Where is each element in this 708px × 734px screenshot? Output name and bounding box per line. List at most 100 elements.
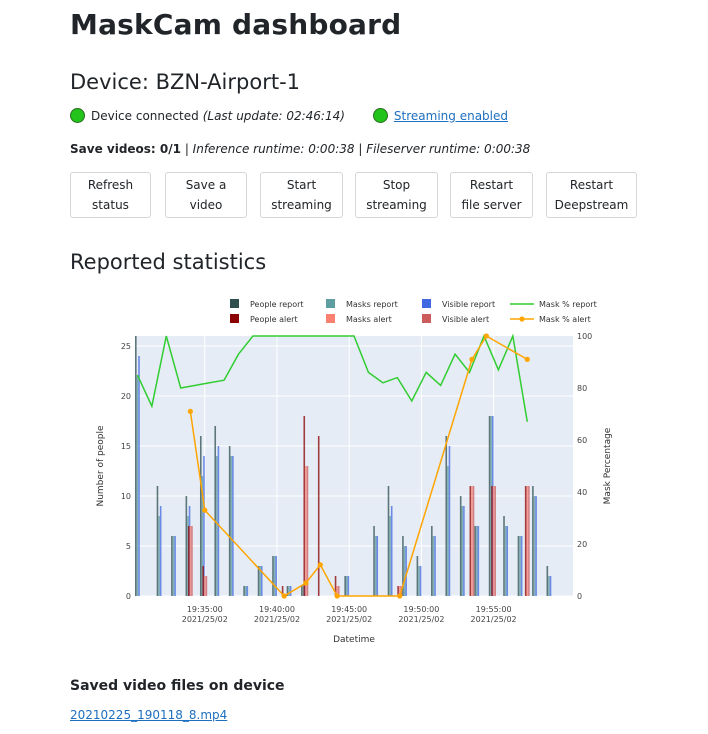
legend-label: Masks report bbox=[346, 300, 398, 309]
mask-alert-point bbox=[334, 593, 340, 599]
alert-visible-bar bbox=[306, 466, 309, 596]
y-tick-label: 25 bbox=[121, 342, 131, 351]
mask-alert-point bbox=[469, 356, 475, 362]
report-visible-bar bbox=[232, 456, 234, 596]
x-tick-date-label: 2021/25/02 bbox=[471, 615, 517, 624]
report-masks-bar bbox=[230, 456, 233, 596]
video-file-link[interactable]: 20210225_190118_8.mp4 bbox=[70, 708, 227, 722]
save-video-button[interactable]: Save a video bbox=[165, 172, 247, 218]
alert-masks-bar bbox=[471, 486, 473, 596]
alert-people-bar bbox=[187, 526, 190, 596]
x-tick-label: 19:40:00 bbox=[259, 605, 295, 614]
refresh-status-button[interactable]: Refresh status bbox=[70, 172, 151, 218]
legend-swatch bbox=[422, 299, 431, 308]
report-people-bar bbox=[171, 536, 173, 596]
last-update-text: (Last update: 02:46:14) bbox=[202, 108, 345, 123]
x-tick-date-label: 2021/25/02 bbox=[398, 615, 444, 624]
mask-alert-point bbox=[524, 356, 530, 362]
report-masks-bar bbox=[273, 556, 276, 596]
stop-streaming-button[interactable]: Stop streaming bbox=[355, 172, 438, 218]
y2-tick-label: 80 bbox=[577, 384, 587, 393]
y-axis-title: Number of people bbox=[96, 425, 106, 507]
mask-alert-point bbox=[281, 593, 287, 599]
mask-alert-point bbox=[187, 408, 193, 414]
y2-tick-label: 0 bbox=[577, 592, 582, 601]
alert-masks-bar bbox=[189, 526, 192, 596]
report-people-bar bbox=[257, 566, 260, 596]
x-tick-label: 19:50:00 bbox=[403, 605, 439, 614]
report-people-bar bbox=[344, 576, 346, 596]
mask-alert-point bbox=[202, 507, 208, 513]
device-heading: Device: BZN-Airport-1 bbox=[70, 70, 301, 94]
report-visible-bar bbox=[477, 526, 480, 596]
report-people-bar bbox=[546, 566, 549, 596]
report-visible-bar bbox=[376, 536, 379, 596]
alert-visible-bar bbox=[205, 576, 208, 596]
restart-file-server-button[interactable]: Restart file server bbox=[450, 172, 533, 218]
report-visible-bar bbox=[275, 556, 277, 596]
alert-people-bar bbox=[303, 416, 306, 596]
x-tick-date-label: 2021/25/02 bbox=[326, 615, 372, 624]
y-tick-label: 20 bbox=[121, 392, 131, 401]
report-masks-bar bbox=[158, 516, 160, 596]
report-visible-bar bbox=[535, 496, 537, 596]
report-visible-bar bbox=[419, 566, 422, 596]
report-visible-bar bbox=[217, 446, 220, 596]
runtime-info: Save videos: 0/1 | Inference runtime: 0:… bbox=[70, 142, 531, 156]
y2-axis-title: Mask Percentage bbox=[603, 427, 613, 504]
x-tick-date-label: 2021/25/02 bbox=[254, 615, 300, 624]
x-tick-date-label: 2021/25/02 bbox=[182, 615, 228, 624]
report-masks-bar bbox=[533, 496, 536, 596]
legend-label: Mask % report bbox=[539, 300, 597, 309]
report-people-bar bbox=[185, 496, 188, 596]
report-visible-bar bbox=[448, 446, 451, 596]
report-masks-bar bbox=[403, 546, 406, 596]
legend-label: Masks alert bbox=[346, 315, 392, 324]
report-people-bar bbox=[272, 556, 274, 596]
alert-masks-bar bbox=[305, 466, 307, 596]
report-masks-bar bbox=[504, 526, 507, 596]
report-people-bar bbox=[387, 486, 390, 596]
y2-tick-label: 60 bbox=[577, 436, 587, 445]
alert-people-bar bbox=[469, 486, 472, 596]
report-masks-bar bbox=[172, 536, 175, 596]
report-people-bar bbox=[416, 556, 419, 596]
report-people-bar bbox=[243, 586, 245, 596]
y2-tick-label: 100 bbox=[577, 332, 592, 341]
legend-swatch bbox=[422, 314, 431, 323]
y2-tick-label: 40 bbox=[577, 488, 587, 497]
report-visible-bar bbox=[390, 506, 393, 596]
streaming-link[interactable]: Streaming enabled bbox=[394, 109, 508, 123]
save-videos-count: Save videos: 0/1 bbox=[70, 142, 181, 156]
x-tick-label: 19:55:00 bbox=[476, 605, 512, 614]
report-masks-bar bbox=[432, 536, 435, 596]
report-people-bar bbox=[445, 436, 448, 596]
report-people-bar bbox=[135, 336, 137, 596]
fileserver-runtime: Fileserver runtime: 0:00:38 bbox=[366, 142, 531, 156]
report-people-bar bbox=[517, 536, 520, 596]
page-title: MaskCam dashboard bbox=[70, 8, 402, 41]
report-masks-bar bbox=[136, 376, 139, 596]
report-masks-bar bbox=[389, 516, 391, 596]
legend-swatch bbox=[230, 314, 239, 323]
alert-visible-bar bbox=[528, 486, 530, 596]
connected-indicator-icon bbox=[70, 108, 85, 123]
mask-alert-point bbox=[317, 562, 323, 568]
statistics-chart[interactable]: 051015202502040608010019:35:002021/25/02… bbox=[0, 290, 708, 650]
alert-masks-bar bbox=[526, 486, 529, 596]
inference-runtime: Inference runtime: 0:00:38 bbox=[192, 142, 355, 156]
x-axis-title: Datetime bbox=[333, 635, 375, 645]
report-masks-bar bbox=[475, 526, 478, 596]
report-visible-bar bbox=[159, 506, 162, 596]
legend-marker bbox=[519, 316, 525, 322]
report-visible-bar bbox=[246, 586, 249, 596]
legend-label: Visible report bbox=[442, 300, 495, 309]
y-tick-label: 10 bbox=[121, 492, 131, 501]
report-people-bar bbox=[474, 526, 476, 596]
saved-videos-heading: Saved video files on device bbox=[70, 678, 285, 694]
report-people-bar bbox=[503, 516, 505, 596]
restart-deepstream-button[interactable]: Restart Deepstream bbox=[546, 172, 637, 218]
alert-masks-bar bbox=[203, 576, 206, 596]
report-visible-bar bbox=[347, 576, 350, 596]
start-streaming-button[interactable]: Start streaming bbox=[260, 172, 343, 218]
